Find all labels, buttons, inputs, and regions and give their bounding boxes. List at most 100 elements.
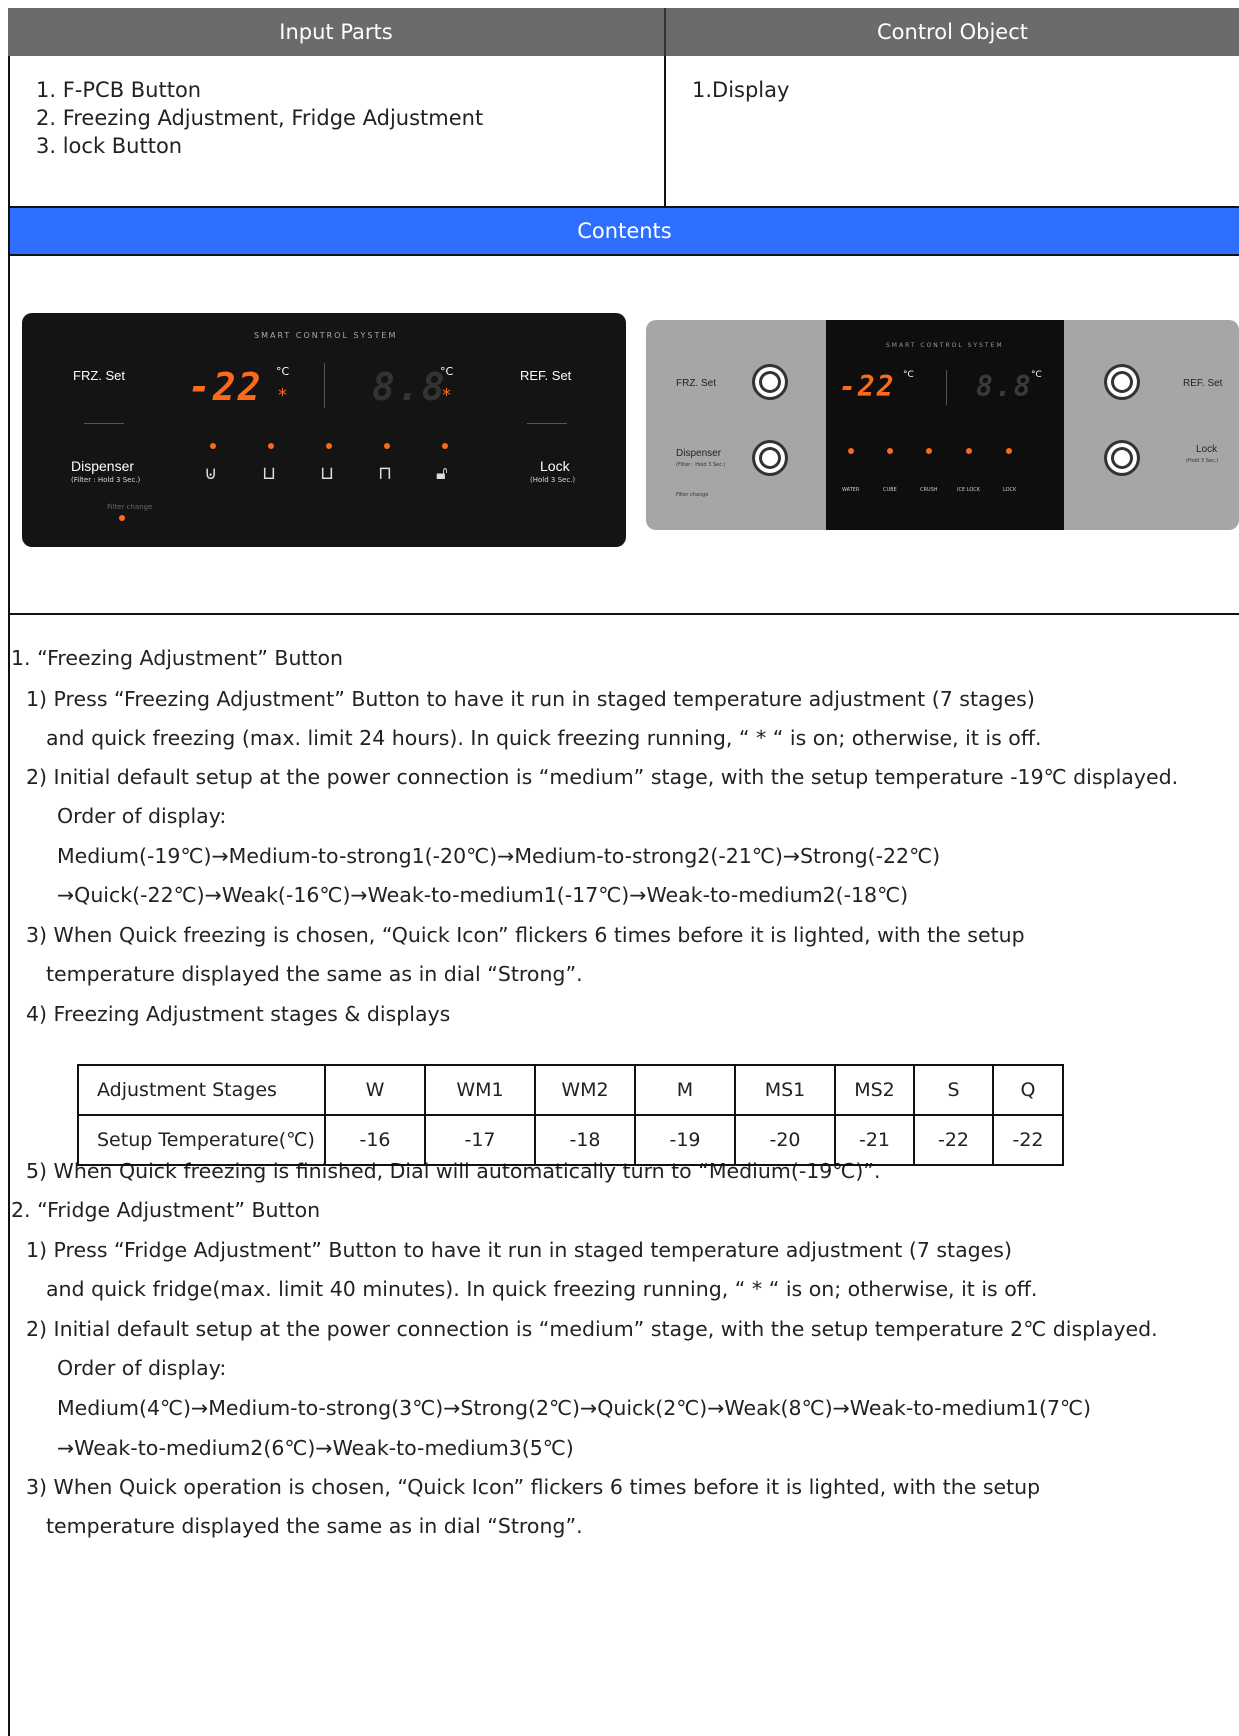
celsius-unit: °C — [1031, 370, 1042, 380]
freezer-temp-display: -22 — [839, 370, 896, 403]
table-cell: -21 — [834, 1114, 915, 1166]
paragraph-line: →Weak-to-medium2(6℃)→Weak-to-medium3(5℃) — [57, 1436, 574, 1460]
paragraph-line: temperature displayed the same as in dia… — [46, 1514, 583, 1538]
icon-label: CUBE — [883, 487, 897, 493]
ref-set-label: REF. Set — [520, 368, 572, 383]
dispenser-sub-label: (Filter : Hold 3 Sec.) — [676, 462, 726, 468]
table-cell: -17 — [424, 1114, 536, 1166]
cube-icon: ⊔ — [262, 463, 277, 484]
icon-label: LOCK — [1003, 487, 1017, 493]
input-part-item: 1. F-PCB Button — [36, 78, 202, 102]
paragraph-line: 2) Initial default setup at the power co… — [26, 1317, 1158, 1341]
system-title: SMART CONTROL SYSTEM — [254, 331, 398, 340]
paragraph-line: 2) Initial default setup at the power co… — [26, 765, 1179, 789]
table-cell: WM2 — [534, 1064, 636, 1116]
filter-change-label: Filter change — [107, 503, 153, 511]
table-cell: MS2 — [834, 1064, 915, 1116]
table-cell: -20 — [734, 1114, 836, 1166]
led-indicator — [326, 443, 332, 449]
paragraph-line: and quick freezing (max. limit 24 hours)… — [46, 726, 1042, 750]
control-object-item: 1.Display — [692, 78, 790, 102]
input-part-item: 2. Freezing Adjustment, Fridge Adjustmen… — [36, 106, 484, 130]
divider — [527, 423, 567, 424]
control-object-header: Control Object — [666, 8, 1239, 56]
input-parts-header: Input Parts — [8, 8, 666, 56]
table-cell: WM1 — [424, 1064, 536, 1116]
celsius-unit: °C — [276, 365, 290, 378]
table-cell: -16 — [324, 1114, 426, 1166]
table-row: Adjustment Stages W WM1 WM2 M MS1 MS2 S … — [77, 1064, 1064, 1116]
lock-sub-label: (Hold 3 Sec.) — [530, 476, 576, 484]
ref-set-label: REF. Set — [1183, 378, 1223, 389]
display-area — [826, 320, 1064, 530]
led-indicator — [210, 443, 216, 449]
input-parts-cell: 1. F-PCB Button 2. Freezing Adjustment, … — [10, 56, 666, 206]
lock-label: Lock — [540, 458, 570, 474]
icon-label: CRUSH — [920, 487, 938, 493]
table-cell: -22 — [913, 1114, 994, 1166]
table-cell: -18 — [534, 1114, 636, 1166]
lock-label: Lock — [1196, 444, 1218, 455]
table-row: Setup Temperature(℃) -16 -17 -18 -19 -20… — [77, 1114, 1064, 1166]
lock-icon: 🔓︎ — [436, 463, 448, 484]
quick-star-icon: * — [442, 385, 451, 406]
paragraph-line: 1) Press “Fridge Adjustment” Button to h… — [26, 1238, 1012, 1262]
dispenser-button[interactable] — [752, 440, 788, 476]
section-title: 1. “Freezing Adjustment” Button — [11, 646, 344, 670]
table-cell: -19 — [634, 1114, 736, 1166]
system-title: SMART CONTROL SYSTEM — [886, 342, 1004, 349]
paragraph-line: 3) When Quick freezing is chosen, “Quick… — [26, 923, 1025, 947]
contents-header: Contents — [10, 208, 1239, 254]
table-header-cell: Adjustment Stages — [77, 1064, 326, 1116]
display-separator — [324, 363, 325, 408]
led-indicator — [442, 443, 448, 449]
freezer-temp-display: -22 — [188, 365, 263, 409]
table-cell: Q — [992, 1064, 1064, 1116]
led-indicator — [966, 448, 972, 454]
control-object-cell: 1.Display — [668, 56, 1239, 206]
led-indicator — [1006, 448, 1012, 454]
frz-set-button[interactable] — [752, 364, 788, 400]
divider — [84, 423, 124, 424]
icon-label: ICE LOCK — [957, 487, 981, 493]
ice-lock-icon: ⊓ — [378, 463, 393, 484]
divider — [8, 254, 1239, 256]
paragraph-line: Order of display: — [57, 804, 227, 828]
table-cell: W — [324, 1064, 426, 1116]
paragraph-line: and quick fridge(max. limit 40 minutes).… — [46, 1277, 1038, 1301]
led-indicator — [887, 448, 893, 454]
table-cell: S — [913, 1064, 994, 1116]
lock-button[interactable] — [1104, 440, 1140, 476]
stage-table: Adjustment Stages W WM1 WM2 M MS1 MS2 S … — [77, 1064, 1064, 1166]
led-indicator — [384, 443, 390, 449]
frz-set-label: FRZ. Set — [676, 378, 717, 389]
dispenser-label: Dispenser — [71, 458, 135, 474]
paragraph-line: →Quick(-22℃)→Weak(-16℃)→Weak-to-medium1(… — [57, 883, 909, 907]
celsius-unit: °C — [440, 365, 454, 378]
dispenser-label: Dispenser — [676, 448, 722, 459]
icon-label: WATER — [842, 487, 860, 493]
table-cell: -22 — [992, 1114, 1064, 1166]
paragraph-line: 3) When Quick operation is chosen, “Quic… — [26, 1475, 1041, 1499]
paragraph-line: Order of display: — [57, 1356, 227, 1380]
quick-star-icon: * — [278, 385, 287, 406]
paragraph-line: Medium(-19℃)→Medium-to-strong1(-20℃)→Med… — [57, 844, 941, 868]
control-panel-dark: SMART CONTROL SYSTEM FRZ. Set REF. Set -… — [22, 313, 626, 547]
ref-set-button[interactable] — [1104, 364, 1140, 400]
fridge-temp-display: 8.8 — [976, 370, 1033, 403]
frz-set-label: FRZ. Set — [73, 368, 126, 383]
paragraph-line: 1) Press “Freezing Adjustment” Button to… — [26, 687, 1035, 711]
lock-sub-label: (Hold 3 Sec.) — [1186, 458, 1219, 464]
table-header-cell: Setup Temperature(℃) — [77, 1114, 326, 1166]
fridge-temp-display: 8.8 — [372, 365, 447, 409]
table-cell: MS1 — [734, 1064, 836, 1116]
paragraph-line: temperature displayed the same as in dia… — [46, 962, 583, 986]
filter-change-label: Filter change — [676, 492, 709, 498]
dispenser-sub-label: (Filter : Hold 3 Sec.) — [71, 476, 141, 484]
celsius-unit: °C — [903, 370, 914, 380]
crush-icon: ⊔ — [320, 463, 335, 484]
control-panel-grey: SMART CONTROL SYSTEM FRZ. Set REF. Set -… — [646, 320, 1239, 530]
led-indicator — [268, 443, 274, 449]
divider — [8, 613, 1239, 615]
input-part-item: 3. lock Button — [36, 134, 183, 158]
